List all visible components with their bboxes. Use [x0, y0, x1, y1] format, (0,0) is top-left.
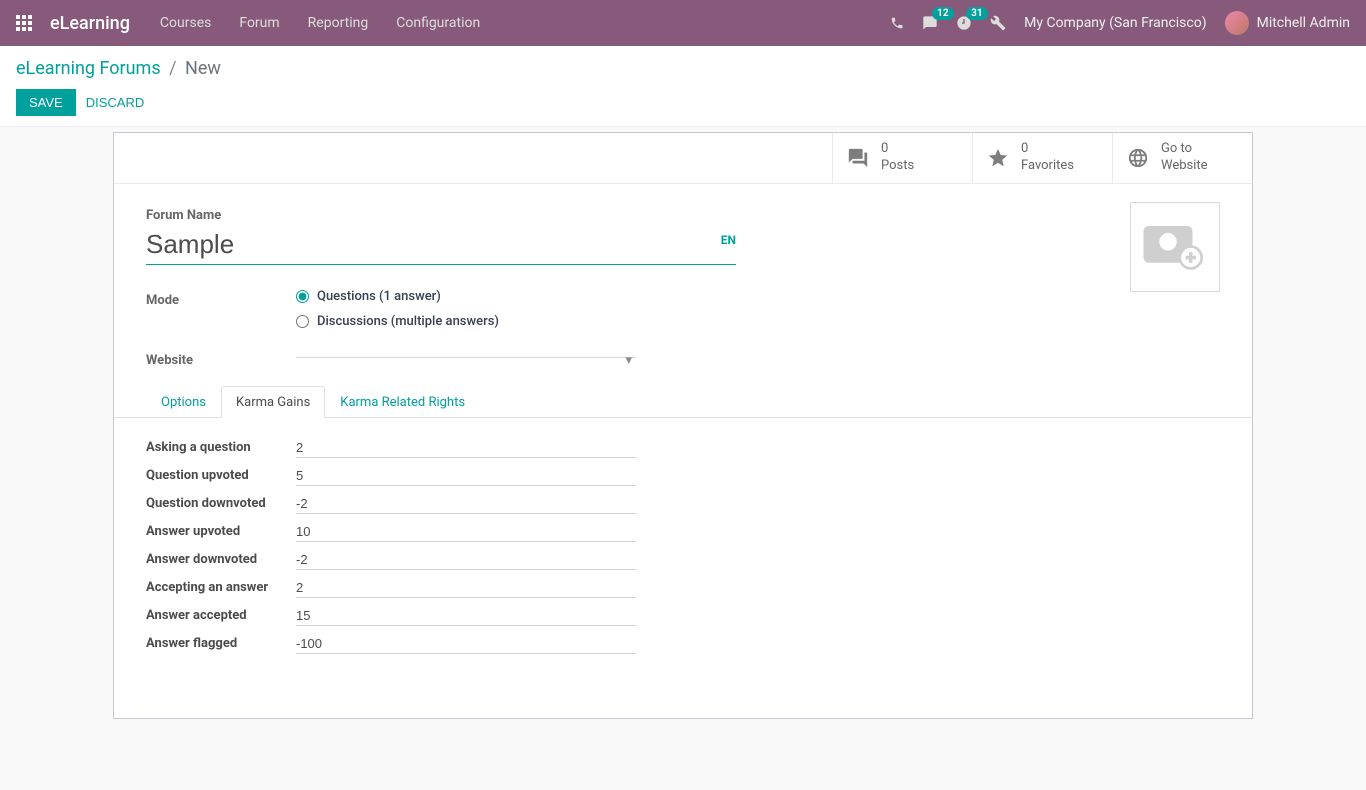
- website-label: Website: [146, 349, 296, 368]
- tab-options[interactable]: Options: [146, 386, 221, 418]
- activity-icon[interactable]: 31: [956, 15, 972, 31]
- menu-reporting[interactable]: Reporting: [308, 15, 369, 31]
- brand[interactable]: eLearning: [50, 13, 130, 34]
- save-button[interactable]: Save: [16, 89, 76, 116]
- k-input-q-downvoted[interactable]: [296, 494, 636, 514]
- k-label: Answer accepted: [146, 608, 296, 623]
- form-sheet: 0 Posts 0 Favorites Go to We: [113, 132, 1253, 719]
- stat-fav-label: Favorites: [1021, 158, 1074, 175]
- tab-karma-gains[interactable]: Karma Gains: [221, 386, 325, 418]
- tab-content-karma-gains: Asking a question Question upvoted Quest…: [114, 418, 1252, 718]
- mode-questions[interactable]: Questions (1 answer): [296, 289, 499, 304]
- breadcrumb-root[interactable]: eLearning Forums: [16, 58, 161, 79]
- subheader: eLearning Forums / New Save Discard: [0, 46, 1366, 127]
- stat-favorites[interactable]: 0 Favorites: [972, 133, 1112, 183]
- stat-posts[interactable]: 0 Posts: [832, 133, 972, 183]
- lang-button[interactable]: EN: [721, 233, 736, 247]
- statbar: 0 Posts 0 Favorites Go to We: [114, 133, 1252, 184]
- k-label: Question downvoted: [146, 496, 296, 511]
- k-label: Asking a question: [146, 440, 296, 455]
- menu-configuration[interactable]: Configuration: [396, 15, 480, 31]
- k-label: Question upvoted: [146, 468, 296, 483]
- stat-fav-count: 0: [1021, 141, 1074, 158]
- globe-icon: [1127, 147, 1149, 169]
- k-input-accepted[interactable]: [296, 606, 636, 626]
- website-select[interactable]: [296, 349, 636, 358]
- k-label: Answer upvoted: [146, 524, 296, 539]
- mode-radio-group: Questions (1 answer) Discussions (multip…: [296, 289, 499, 339]
- discard-button[interactable]: Discard: [86, 90, 145, 115]
- comments-icon: [847, 147, 869, 169]
- k-label: Answer flagged: [146, 636, 296, 651]
- user-menu[interactable]: Mitchell Admin: [1225, 11, 1350, 35]
- menu-forum[interactable]: Forum: [239, 15, 279, 31]
- user-name: Mitchell Admin: [1257, 15, 1350, 31]
- tab-karma-rights[interactable]: Karma Related Rights: [325, 386, 480, 418]
- main-menu: Courses Forum Reporting Configuration: [160, 15, 480, 31]
- phone-icon[interactable]: [890, 16, 904, 30]
- forum-name-input[interactable]: [146, 227, 736, 265]
- topbar-right: 12 31 My Company (San Francisco) Mitchel…: [890, 11, 1350, 35]
- star-icon: [987, 147, 1009, 169]
- k-label: Accepting an answer: [146, 580, 296, 595]
- breadcrumb-current: New: [185, 58, 221, 79]
- image-upload[interactable]: [1130, 202, 1220, 292]
- activity-badge: 31: [966, 7, 987, 20]
- menu-courses[interactable]: Courses: [160, 15, 211, 31]
- k-label: Answer downvoted: [146, 552, 296, 567]
- mode-discussions[interactable]: Discussions (multiple answers): [296, 314, 499, 329]
- avatar: [1225, 11, 1249, 35]
- k-input-asking[interactable]: [296, 438, 636, 458]
- breadcrumb: eLearning Forums / New: [16, 58, 1350, 79]
- stat-web-l2: Website: [1161, 158, 1208, 175]
- topbar: eLearning Courses Forum Reporting Config…: [0, 0, 1366, 46]
- tools-icon[interactable]: [990, 15, 1006, 31]
- k-input-q-upvoted[interactable]: [296, 466, 636, 486]
- apps-icon[interactable]: [16, 15, 32, 31]
- chat-badge: 12: [932, 7, 953, 20]
- stat-web-l1: Go to: [1161, 141, 1208, 158]
- forum-name-label: Forum Name: [146, 208, 1220, 223]
- chat-icon[interactable]: 12: [922, 15, 938, 31]
- tabstrip: Options Karma Gains Karma Related Rights: [114, 386, 1252, 418]
- k-input-a-downvoted[interactable]: [296, 550, 636, 570]
- content-scroll[interactable]: 0 Posts 0 Favorites Go to We: [0, 127, 1366, 790]
- k-input-a-upvoted[interactable]: [296, 522, 636, 542]
- stat-posts-count: 0: [881, 141, 914, 158]
- mode-label: Mode: [146, 289, 296, 308]
- company-selector[interactable]: My Company (San Francisco): [1024, 15, 1206, 31]
- k-input-accepting[interactable]: [296, 578, 636, 598]
- k-input-flagged[interactable]: [296, 634, 636, 654]
- stat-posts-label: Posts: [881, 158, 914, 175]
- stat-website[interactable]: Go to Website: [1112, 133, 1252, 183]
